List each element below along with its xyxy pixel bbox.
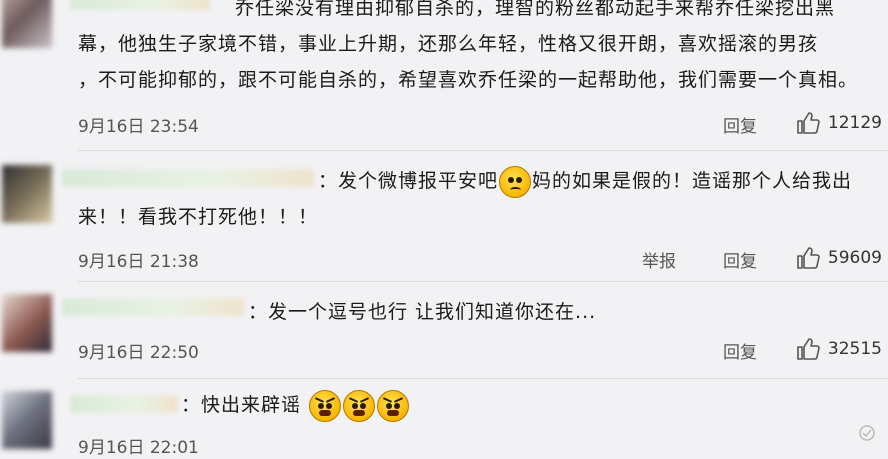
comment-text: ：快出来辟谣 — [78, 387, 878, 423]
avatar[interactable] — [2, 165, 52, 223]
comment-1: 乔任梁没有理由抑郁自杀的，理智的粉丝都动起手来帮乔任梁挖出黑 幕，他独生子家境不… — [0, 0, 888, 151]
thumbs-up-icon — [797, 112, 820, 134]
thumbs-up-icon — [797, 338, 820, 360]
avatar[interactable] — [2, 391, 52, 449]
like-button[interactable]: 32515 — [796, 334, 882, 364]
reply-button[interactable]: 回复 — [723, 112, 757, 137]
comment-2: ：发个微博报平安吧 妈的如果是假的！造谣那个人给我出 来！！看我不打死他！！！ 9… — [0, 151, 888, 282]
angry-face-emoji — [343, 389, 376, 422]
avatar[interactable] — [2, 294, 52, 352]
comment-meta: 9月16日 22:50 回复 32515 — [78, 334, 882, 364]
sad-face-emoji — [499, 165, 532, 198]
comment-text: ：发个微博报平安吧 妈的如果是假的！造谣那个人给我出 来！！看我不打死他！！！ — [78, 163, 878, 235]
comment-4: ：快出来辟谣 9月16日 22:01 — [0, 379, 888, 458]
reply-button[interactable]: 回复 — [723, 247, 757, 272]
watermark-icon — [859, 425, 875, 441]
angry-face-emoji — [309, 389, 342, 422]
timestamp: 9月16日 23:54 — [78, 117, 199, 137]
comment-text: ：发一个逗号也行 让我们知道你还在... — [248, 301, 597, 323]
thumbs-up-icon — [797, 247, 820, 269]
like-button[interactable]: 12129 — [796, 108, 882, 138]
timestamp: 9月16日 22:50 — [78, 343, 199, 363]
report-button[interactable]: 举报 — [642, 247, 676, 272]
comment-3: ：发一个逗号也行 让我们知道你还在... 9月16日 22:50 回复 3251… — [0, 282, 888, 379]
avatar[interactable] — [2, 0, 52, 48]
like-button[interactable]: 59609 — [796, 243, 882, 273]
reply-button[interactable]: 回复 — [723, 338, 757, 363]
timestamp: 9月16日 21:38 — [78, 252, 199, 272]
comment-meta: 9月16日 22:01 — [78, 429, 882, 459]
like-count: 59609 — [827, 248, 882, 268]
comment-meta: 9月16日 23:54 回复 12129 — [78, 108, 882, 138]
like-count: 12129 — [827, 113, 882, 133]
comment-text: 乔任梁没有理由抑郁自杀的，理智的粉丝都动起手来帮乔任梁挖出黑 幕，他独生子家境不… — [78, 0, 859, 91]
angry-face-emoji — [377, 389, 410, 422]
comment-meta: 9月16日 21:38 举报 回复 59609 — [78, 243, 882, 273]
like-count: 32515 — [827, 339, 882, 359]
